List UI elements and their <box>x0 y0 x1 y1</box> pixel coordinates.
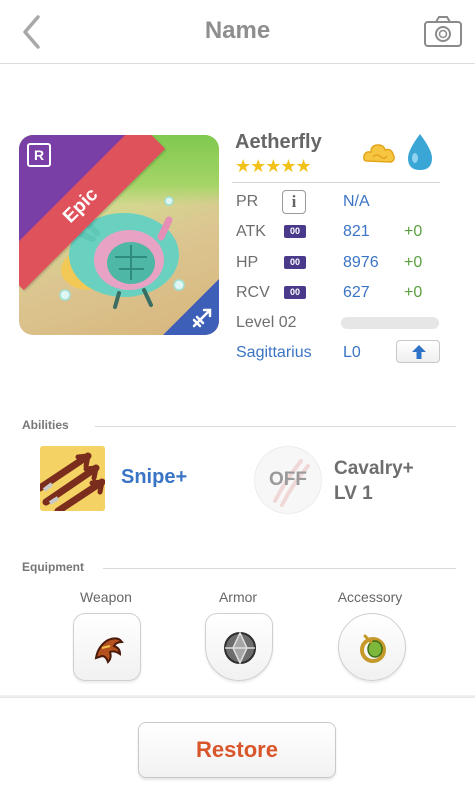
hp-label: HP <box>236 254 259 271</box>
passive-ability-name[interactable]: Cavalry+ <box>334 458 414 480</box>
gem-armor-icon <box>224 631 256 665</box>
armor-slot[interactable] <box>205 613 273 681</box>
atk-plus-pill: 00 <box>284 225 306 238</box>
top-bar: Name <box>0 0 475 64</box>
atk-value: 821 <box>343 223 370 240</box>
active-ability-button[interactable] <box>40 446 105 511</box>
restore-button[interactable]: Restore <box>138 722 336 778</box>
constellation-upgrade-button[interactable] <box>396 340 440 363</box>
hp-value: 8976 <box>343 254 379 271</box>
passive-off-label: OFF <box>269 469 307 490</box>
camera-button[interactable] <box>423 14 463 48</box>
claw-weapon-icon <box>94 637 124 664</box>
footer-divider <box>0 695 475 698</box>
rank-badge: R <box>27 143 51 167</box>
rcv-label: RCV <box>236 284 270 301</box>
archer-class-icon <box>192 308 212 328</box>
monster-card[interactable]: Epic R <box>19 135 219 335</box>
equipment-section-title: Equipment <box>22 560 84 574</box>
atk-label: ATK <box>236 223 266 240</box>
accessory-label: Accessory <box>337 589 403 605</box>
page-title: Name <box>204 17 271 44</box>
emerald-ring-icon <box>360 634 386 663</box>
accessory-slot[interactable] <box>338 613 406 681</box>
stats-divider <box>232 182 440 183</box>
level-progress-bar <box>341 317 439 329</box>
abilities-divider <box>95 426 456 427</box>
weapon-label: Weapon <box>80 589 132 605</box>
abilities-section-title: Abilities <box>22 418 69 432</box>
pr-value: N/A <box>343 193 370 210</box>
arrow-up-icon <box>412 345 426 359</box>
cloud-element-icon <box>363 144 395 163</box>
hp-bonus: +0 <box>404 254 423 271</box>
active-ability-name[interactable]: Snipe+ <box>121 466 187 489</box>
rcv-value: 627 <box>343 284 370 301</box>
camera-icon <box>424 16 462 47</box>
star-rating: ★★★★★ <box>235 156 312 176</box>
level-label: Level 02 <box>236 314 297 331</box>
snipe-arrows-icon <box>40 446 105 511</box>
info-button[interactable]: i <box>282 190 306 214</box>
hp-plus-pill: 00 <box>284 256 306 269</box>
armor-label: Armor <box>218 589 258 605</box>
equipment-divider <box>103 568 456 569</box>
atk-bonus: +0 <box>404 223 423 240</box>
passive-ability-button[interactable]: OFF <box>254 446 322 514</box>
rcv-plus-pill: 00 <box>284 286 306 299</box>
weapon-slot[interactable] <box>73 613 141 681</box>
constellation-link[interactable]: Sagittarius <box>236 344 312 362</box>
water-element-icon <box>408 134 432 170</box>
passive-ability-level: LV 1 <box>334 483 373 504</box>
info-icon: i <box>291 192 297 211</box>
constellation-level: L0 <box>343 344 361 361</box>
pr-label: PR <box>236 193 259 210</box>
rcv-bonus: +0 <box>404 284 423 301</box>
monster-name: Aetherfly <box>235 131 322 153</box>
